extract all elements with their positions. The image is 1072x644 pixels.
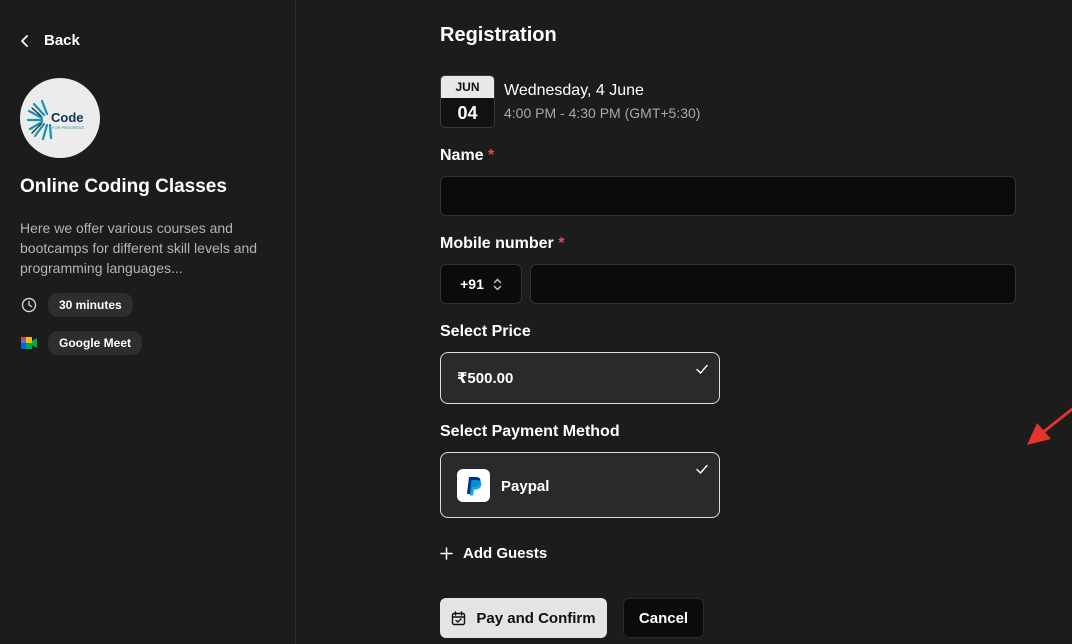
check-icon	[696, 464, 708, 474]
required-mark: *	[558, 235, 565, 252]
payment-option-name: Paypal	[501, 478, 550, 495]
back-link[interactable]: Back	[20, 32, 80, 49]
name-input[interactable]	[440, 176, 1016, 216]
pay-and-confirm-button[interactable]: Pay and Confirm	[440, 598, 607, 638]
organization-avatar: Code FOR PROGRESS	[20, 78, 100, 158]
registration-panel: Registration JUN 04 Wednesday, 4 June 4:…	[297, 0, 1072, 644]
price-option[interactable]: ₹500.00	[440, 352, 720, 404]
duration-badge: 30 minutes	[48, 293, 133, 317]
duration-row: 30 minutes	[20, 293, 133, 317]
event-date: Wednesday, 4 June	[504, 82, 644, 99]
location-badge: Google Meet	[48, 331, 143, 355]
name-label-text: Name	[440, 147, 484, 164]
page-title: Registration	[440, 24, 557, 46]
cancel-button[interactable]: Cancel	[623, 598, 704, 638]
country-code-select[interactable]: +91	[440, 264, 522, 304]
organization-title: Online Coding Classes	[20, 176, 227, 197]
mobile-label-text: Mobile number	[440, 235, 554, 252]
event-time: 4:00 PM - 4:30 PM (GMT+5:30)	[504, 105, 701, 121]
date-day: 04	[457, 103, 478, 123]
location-row: Google Meet	[20, 331, 143, 355]
pay-and-confirm-label: Pay and Confirm	[476, 609, 596, 627]
event-sidebar: Back Code FOR PROGRESS Online Coding Cla…	[0, 0, 296, 644]
check-icon	[696, 364, 708, 374]
country-code-value: +91	[460, 276, 484, 292]
calendar-check-icon	[452, 610, 466, 625]
logo-subtext: FOR PROGRESS	[52, 125, 85, 130]
payment-option-paypal[interactable]: Paypal	[440, 452, 720, 518]
code-logo-icon: Code FOR PROGRESS	[26, 99, 85, 141]
event-description: Here we offer various courses and bootca…	[20, 220, 258, 276]
date-month: JUN	[441, 76, 494, 98]
add-guests-button[interactable]: Add Guests	[440, 545, 547, 562]
required-mark: *	[488, 147, 495, 164]
back-label: Back	[44, 32, 80, 49]
logo-text: Code	[51, 110, 84, 125]
annotation-arrow-icon	[1027, 407, 1072, 445]
add-guests-label: Add Guests	[463, 545, 548, 562]
payment-method-label: Select Payment Method	[440, 423, 620, 440]
mobile-label: Mobile number *	[440, 235, 564, 253]
name-label: Name *	[440, 147, 494, 165]
mobile-number-input[interactable]	[530, 264, 1016, 304]
price-option-value: ₹500.00	[457, 370, 514, 387]
price-label: Select Price	[440, 323, 531, 340]
clock-icon	[20, 296, 38, 314]
google-meet-icon	[20, 334, 38, 352]
plus-icon	[440, 547, 453, 560]
date-badge: JUN 04	[440, 75, 495, 128]
chevron-left-icon	[21, 34, 28, 47]
chevron-up-down-icon	[493, 278, 502, 290]
paypal-icon	[457, 469, 490, 502]
